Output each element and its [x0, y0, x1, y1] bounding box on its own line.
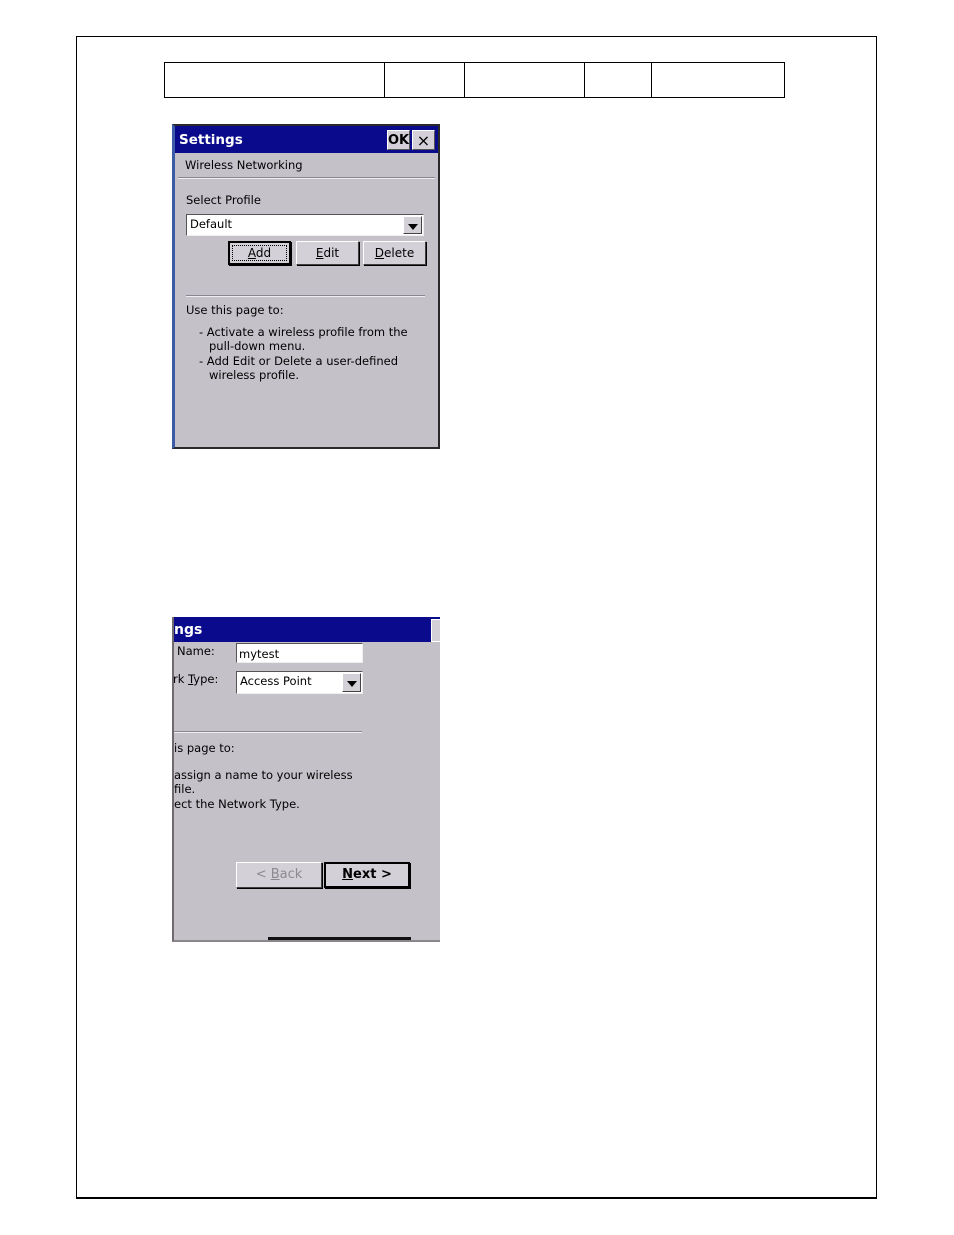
- help-line: assign a name to your wireless: [174, 768, 353, 782]
- title-button-edge[interactable]: [431, 619, 440, 642]
- label-part: ype:: [193, 672, 219, 686]
- chevron-down-icon[interactable]: [403, 216, 422, 234]
- network-type-select[interactable]: Access Point: [236, 671, 363, 694]
- focus-rect: [232, 245, 287, 261]
- window-title: Settings: [179, 132, 243, 148]
- network-type-label: rk Type:: [173, 672, 219, 686]
- label-rest: dit: [323, 246, 340, 260]
- header-cell: [464, 62, 585, 98]
- help-item-cont: pull-down menu.: [209, 339, 306, 353]
- divider: [174, 731, 362, 733]
- close-icon[interactable]: ×: [412, 130, 435, 150]
- select-profile-label: Select Profile: [186, 193, 261, 207]
- divider: [186, 295, 425, 297]
- header-cell: [651, 62, 785, 98]
- ok-button[interactable]: OK: [387, 130, 410, 150]
- help-line: file.: [174, 782, 196, 796]
- help-heading: Use this page to:: [186, 303, 284, 317]
- header-cell: [584, 62, 652, 98]
- header-cell: [164, 62, 385, 98]
- add-button[interactable]: Add: [228, 241, 291, 265]
- next-button[interactable]: Next >: [324, 862, 410, 888]
- title-bar: ngs: [174, 617, 440, 642]
- title-bar: Settings OK ×: [175, 126, 438, 153]
- page-subtitle: Wireless Networking: [185, 158, 303, 172]
- edit-button[interactable]: Edit: [296, 241, 359, 265]
- help-line: ect the Network Type.: [174, 797, 300, 811]
- taskbar-edge: [268, 937, 411, 940]
- window-title: ngs: [174, 622, 203, 638]
- label-rest: elete: [384, 246, 415, 260]
- help-item-cont: wireless profile.: [209, 368, 300, 382]
- name-label: Name:: [177, 644, 215, 658]
- delete-button[interactable]: Delete: [363, 241, 426, 265]
- label-part: <: [255, 867, 271, 882]
- back-button[interactable]: < Back: [236, 862, 322, 888]
- profile-select[interactable]: Default: [186, 214, 424, 236]
- help-item: - Activate a wireless profile from the: [199, 325, 408, 339]
- label-part: rk: [173, 672, 189, 686]
- network-type-value: Access Point: [240, 674, 312, 688]
- divider: [178, 177, 435, 179]
- label-part: ext >: [353, 867, 392, 882]
- mnemonic: B: [270, 867, 280, 882]
- header-cell: [384, 62, 465, 98]
- mnemonic: D: [374, 246, 385, 260]
- help-heading: is page to:: [174, 741, 235, 755]
- help-item: - Add Edit or Delete a user-defined: [199, 354, 398, 368]
- profile-select-value: Default: [190, 217, 233, 231]
- label-part: ack: [279, 867, 303, 882]
- profile-name-input[interactable]: mytest: [236, 643, 363, 663]
- wireless-networking-screenshot: Settings OK × Wireless Networking Select…: [172, 124, 440, 449]
- header-table: [164, 62, 785, 98]
- profile-wizard-screenshot: ngs Name: mytest rk Type: Access Point i…: [172, 617, 440, 942]
- chevron-down-icon[interactable]: [342, 673, 361, 692]
- mnemonic: N: [342, 867, 354, 882]
